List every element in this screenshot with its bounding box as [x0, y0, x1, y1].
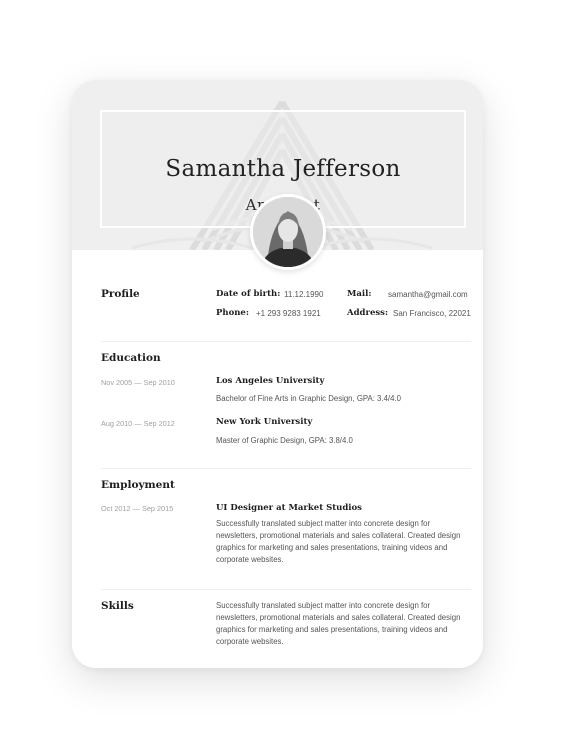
- candidate-name: Samantha Jefferson: [165, 156, 401, 182]
- phone-label: Phone:: [216, 308, 249, 318]
- employment-description: Successfully translated subject matter i…: [216, 519, 461, 564]
- resume-card: Samantha Jefferson Architect Profile Dat…: [72, 80, 483, 668]
- employment-position: UI Designer at Market Studios: [216, 503, 362, 513]
- skills-description: Successfully translated subject matter i…: [216, 601, 461, 646]
- education-degree: Master of Graphic Design, GPA: 3.8/4.0: [216, 436, 353, 445]
- dob-value: 11.12.1990: [284, 290, 324, 299]
- portrait-image: [253, 197, 323, 267]
- education-degree: Bachelor of Fine Arts in Graphic Design,…: [216, 394, 401, 403]
- phone-value: +1 293 9283 1921: [256, 309, 321, 318]
- mail-value[interactable]: samantha@gmail.com: [388, 290, 468, 299]
- profile-photo: [250, 194, 326, 270]
- skills-heading: Skills: [101, 600, 134, 612]
- education-school: New York University: [216, 417, 313, 427]
- address-label: Address:: [347, 308, 389, 318]
- employment-heading: Employment: [101, 479, 175, 491]
- divider: [101, 468, 471, 469]
- education-dates: Nov 2005 — Sep 2010: [101, 378, 175, 387]
- resume-body: Profile Date of birth: 11.12.1990 Mail: …: [72, 250, 483, 668]
- education-heading: Education: [101, 352, 161, 364]
- mail-label: Mail:: [347, 289, 372, 299]
- employment-dates: Oct 2012 — Sep 2015: [101, 504, 174, 513]
- divider: [101, 341, 471, 342]
- education-school: Los Angeles University: [216, 376, 325, 386]
- profile-heading: Profile: [101, 288, 140, 300]
- dob-label: Date of birth:: [216, 289, 281, 299]
- education-dates: Aug 2010 — Sep 2012: [101, 419, 175, 428]
- divider: [101, 589, 471, 590]
- address-value: San Francisco, 22021: [393, 309, 471, 318]
